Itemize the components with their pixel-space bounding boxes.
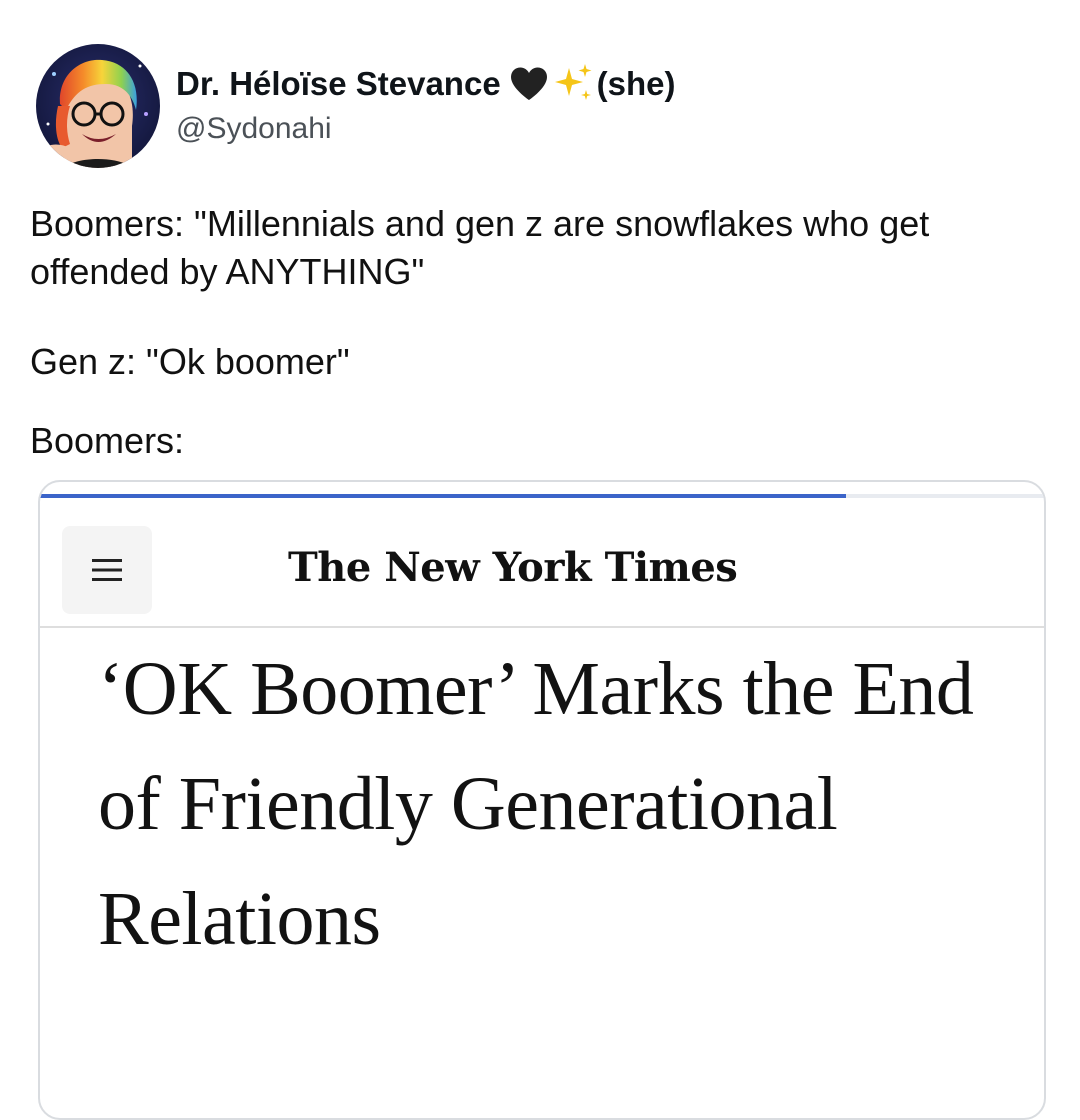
- avatar[interactable]: [36, 44, 160, 168]
- display-name[interactable]: Dr. Héloïse Stevance: [176, 65, 501, 103]
- tweet-paragraph-boomers-reaction: Boomers:: [30, 420, 185, 461]
- black-heart-icon: [509, 66, 549, 102]
- header-divider: [40, 626, 1044, 628]
- avatar-image: [36, 44, 160, 168]
- hamburger-menu-icon: [92, 559, 122, 581]
- pronouns: (she): [596, 65, 676, 102]
- article-headline[interactable]: ‘OK Boomer’ Marks the End of Friendly Ge…: [98, 632, 998, 977]
- menu-button[interactable]: [62, 526, 152, 614]
- sparkles-icon: [551, 62, 595, 106]
- reading-progress-fill: [40, 494, 847, 498]
- embedded-article-screenshot[interactable]: The New York Times ‘OK Boomer’ Marks the…: [38, 480, 1046, 1120]
- tweet-paragraph-genz-reply: Gen z: "Ok boomer": [30, 341, 350, 382]
- tweet-header: Dr. Héloïse Stevance (she) @Sydonahi: [36, 44, 1036, 169]
- user-handle[interactable]: @Sydonahi: [176, 112, 332, 146]
- reading-progress-track: [40, 494, 1044, 498]
- user-name-row[interactable]: Dr. Héloïse Stevance (she): [176, 62, 676, 106]
- tweet-paragraph-boomers-quote: Boomers: "Millennials and gen z are snow…: [30, 203, 930, 292]
- nyt-logo[interactable]: The New York Times: [288, 544, 738, 591]
